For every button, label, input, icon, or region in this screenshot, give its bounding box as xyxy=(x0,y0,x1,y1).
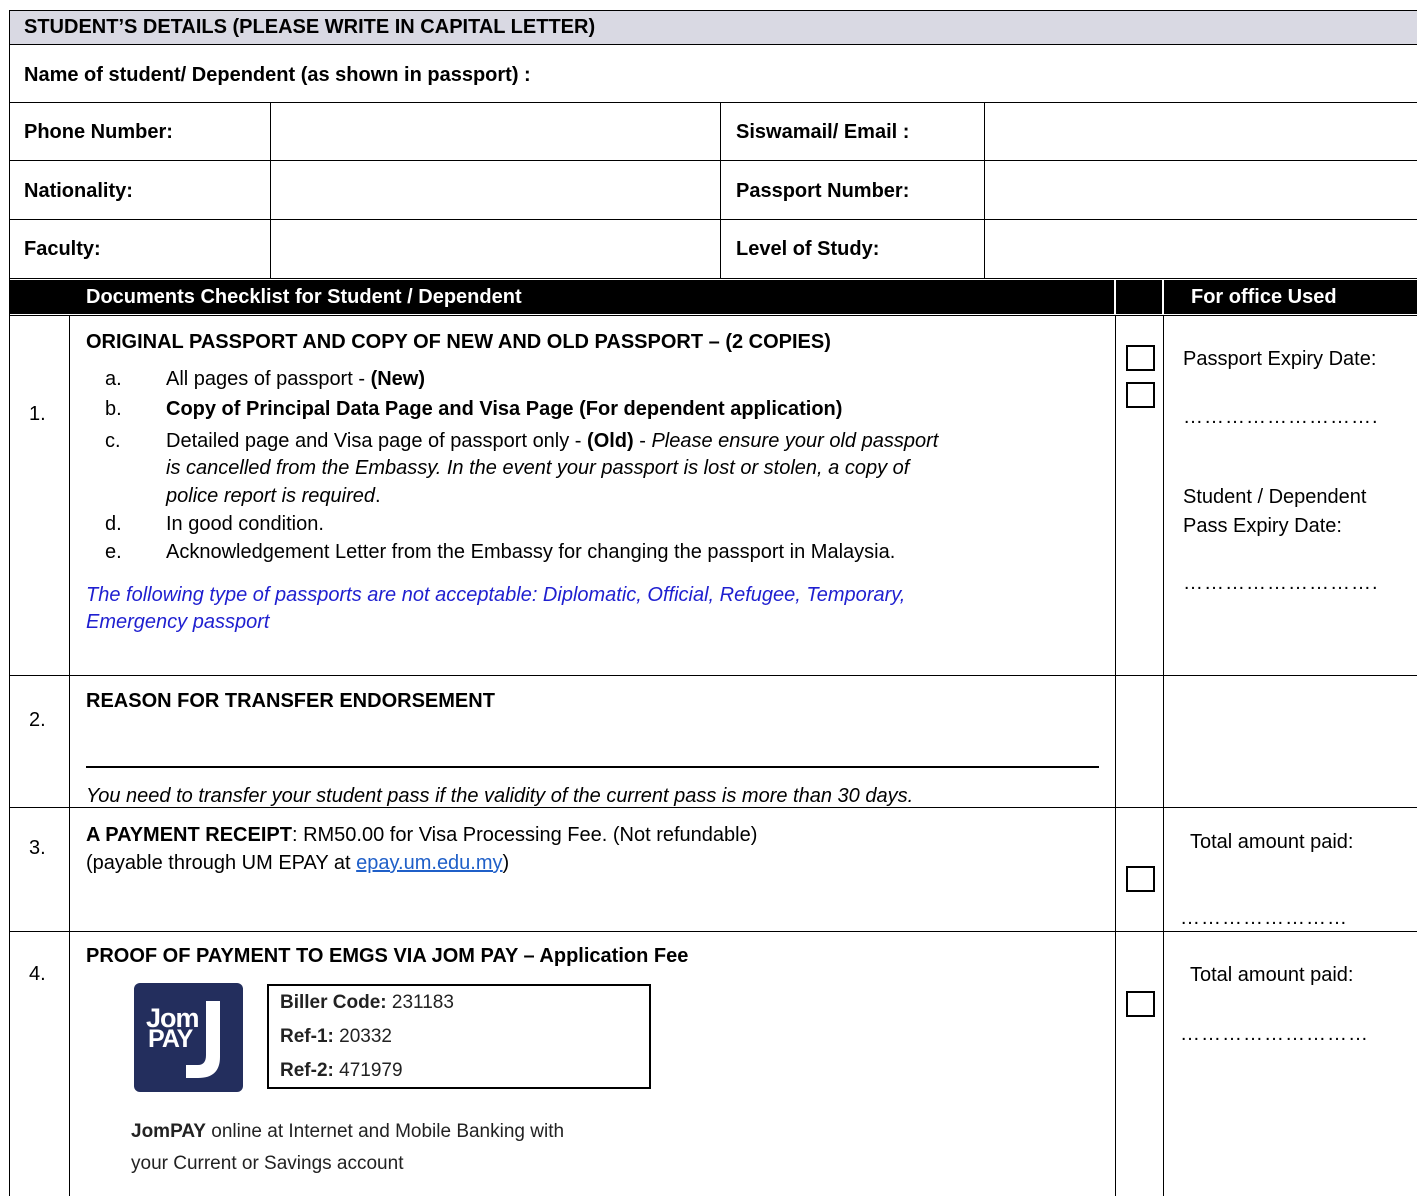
epay-link[interactable]: epay.um.edu.my xyxy=(356,852,502,874)
item2-title: REASON FOR TRANSFER ENDORSEMENT xyxy=(86,690,495,712)
jompay-note-1: JomPAY online at Internet and Mobile Ban… xyxy=(131,1121,565,1142)
biller-box: Biller Code: 231183 Ref-1: 20332 Ref-2: … xyxy=(267,984,651,1089)
phone-field[interactable] xyxy=(272,104,718,159)
item3-title: A PAYMENT RECEIPT: RM50.00 for Visa Proc… xyxy=(86,824,758,846)
item3-checkbox[interactable] xyxy=(1126,866,1155,892)
jompay-logo: Jom PAY xyxy=(134,983,243,1092)
jompay-logo-text-bottom: PAY xyxy=(148,1025,193,1053)
jompay-note-2: your Current or Savings account xyxy=(131,1153,404,1174)
item4-office-label: Total amount paid: xyxy=(1190,964,1354,986)
item1-note-2: Emergency passport xyxy=(86,611,270,633)
item3-number: 3. xyxy=(29,837,46,859)
item1-b-text: Copy of Principal Data Page and Visa Pag… xyxy=(166,398,843,420)
item1-a-letter: a. xyxy=(105,368,122,390)
checklist-header: Documents Checklist for Student / Depend… xyxy=(86,286,522,308)
item1-checkbox-1[interactable] xyxy=(1126,345,1155,371)
item1-d-letter: d. xyxy=(105,513,122,535)
item3-payment-note: (payable through UM EPAY at epay.um.edu.… xyxy=(86,852,510,874)
item2-note: You need to transfer your student pass i… xyxy=(86,785,914,807)
item4-checkbox[interactable] xyxy=(1126,991,1155,1017)
item1-d-text: In good condition. xyxy=(166,513,324,535)
item4-office-dots: ……………………… xyxy=(1180,1023,1369,1045)
faculty-field[interactable] xyxy=(272,221,718,277)
item1-b-letter: b. xyxy=(105,398,122,420)
level-label: Level of Study: xyxy=(736,238,880,260)
item2-reason-line[interactable] xyxy=(86,766,1099,768)
ref1: Ref-1: 20332 xyxy=(280,1026,392,1047)
item4-title: PROOF OF PAYMENT TO EMGS VIA JOM PAY – A… xyxy=(86,945,689,967)
item1-c-text-3: police report is required. xyxy=(166,485,381,507)
item1-e-letter: e. xyxy=(105,541,122,563)
nationality-label: Nationality: xyxy=(24,180,133,202)
item4-number: 4. xyxy=(29,963,46,985)
office-passport-expiry-label: Passport Expiry Date: xyxy=(1183,348,1377,370)
biller-code: Biller Code: 231183 xyxy=(280,992,454,1013)
item1-number: 1. xyxy=(29,403,46,425)
office-passport-expiry-dots: ………………………. xyxy=(1183,406,1379,428)
faculty-label: Faculty: xyxy=(24,238,101,260)
item1-checkbox-2[interactable] xyxy=(1126,382,1155,408)
phone-label: Phone Number: xyxy=(24,121,173,143)
nationality-field[interactable] xyxy=(272,162,718,218)
item1-c-text-2: is cancelled from the Embassy. In the ev… xyxy=(166,457,910,479)
email-field[interactable] xyxy=(986,104,1416,159)
office-pass-expiry-label-2: Pass Expiry Date: xyxy=(1183,515,1342,537)
item2-number: 2. xyxy=(29,709,46,731)
item1-c-text: Detailed page and Visa page of passport … xyxy=(166,430,939,452)
passport-field[interactable] xyxy=(986,162,1416,218)
name-label: Name of student/ Dependent (as shown in … xyxy=(24,64,531,86)
item1-e-text: Acknowledgement Letter from the Embassy … xyxy=(166,541,896,563)
item1-a-text: All pages of passport - (New) xyxy=(166,368,426,390)
item1-title: ORIGINAL PASSPORT AND COPY OF NEW AND OL… xyxy=(86,331,831,353)
checkbox-header-bar xyxy=(1116,280,1162,314)
passport-label: Passport Number: xyxy=(736,180,910,202)
item3-office-dots: …………………… xyxy=(1180,907,1348,929)
ref2: Ref-2: 471979 xyxy=(280,1060,403,1081)
email-label: Siswamail/ Email : xyxy=(736,121,910,143)
item1-note-1: The following type of passports are not … xyxy=(86,584,906,606)
office-header: For office Used xyxy=(1191,286,1337,308)
item3-office-label: Total amount paid: xyxy=(1190,831,1354,853)
office-pass-expiry-label-1: Student / Dependent xyxy=(1183,486,1367,508)
office-pass-expiry-dots: ………………………. xyxy=(1183,572,1379,594)
item1-c-letter: c. xyxy=(105,430,121,452)
level-field[interactable] xyxy=(986,221,1416,277)
section-title: STUDENT’S DETAILS (PLEASE WRITE IN CAPIT… xyxy=(24,16,596,38)
